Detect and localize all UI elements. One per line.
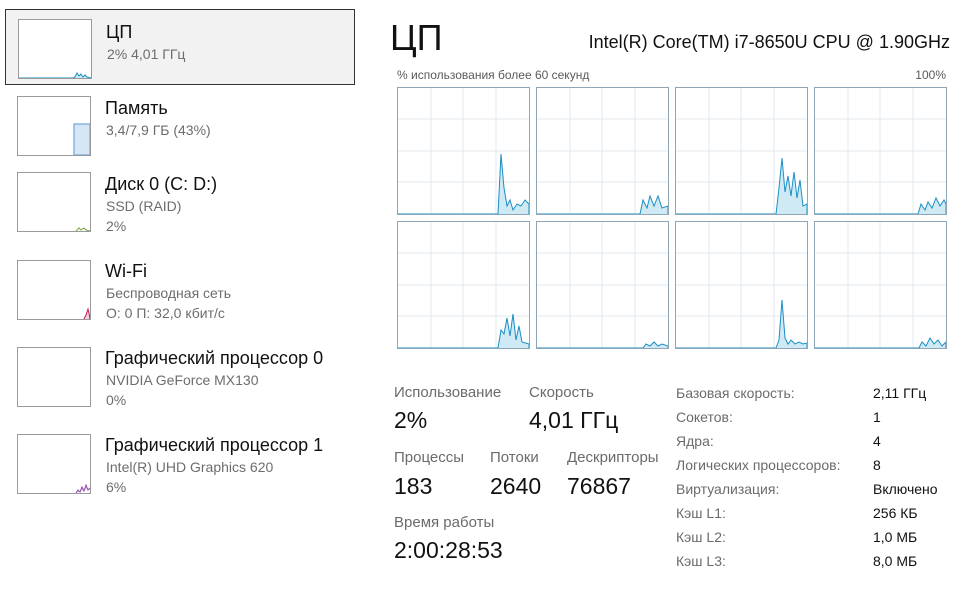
l3-cache-value: 8,0 МБ <box>873 553 918 569</box>
sidebar-item-value: О: 0 П: 32,0 кбит/с <box>106 305 225 321</box>
sidebar-item-subtitle: 2% 4,01 ГГц <box>107 46 186 62</box>
logical-processors-label: Логических процессоров: <box>676 457 841 473</box>
uptime-label: Время работы <box>394 514 495 531</box>
sidebar-item-title: Диск 0 (C: D:) <box>105 174 218 194</box>
page-title: ЦП <box>390 17 443 58</box>
base-speed-value: 2,11 ГГц <box>873 385 927 401</box>
virtualization-value: Включено <box>873 481 938 497</box>
sockets-value: 1 <box>873 409 881 425</box>
sidebar-item-subtitle: 3,4/7,9 ГБ (43%) <box>106 122 211 138</box>
gpu0-thumbnail <box>17 347 91 407</box>
l2-cache-value: 1,0 МБ <box>873 529 918 545</box>
usage-label: Использование <box>394 384 502 401</box>
core-graph <box>397 87 530 215</box>
sidebar-item-value: 2% <box>106 218 127 234</box>
sidebar-item-wifi[interactable]: Wi-Fi Беспроводная сеть О: 0 П: 32,0 кби… <box>5 249 355 325</box>
sidebar-item-title: Память <box>105 98 168 118</box>
virtualization-label: Виртуализация: <box>676 481 780 497</box>
cores-label: Ядра: <box>676 433 714 449</box>
cpu-details-panel: ЦП Intel(R) Core(TM) i7-8650U CPU @ 1.90… <box>390 0 980 599</box>
sidebar-item-value: 6% <box>106 479 127 495</box>
sidebar-item-subtitle: Intel(R) UHD Graphics 620 <box>106 459 274 475</box>
sidebar-item-gpu0[interactable]: Графический процессор 0 NVIDIA GeForce M… <box>5 336 355 412</box>
processes-label: Процессы <box>394 449 465 466</box>
speed-value: 4,01 ГГц <box>529 407 619 433</box>
cpu-thumbnail <box>18 19 92 79</box>
l2-cache-label: Кэш L2: <box>676 529 726 545</box>
core-graph <box>675 221 808 349</box>
disk-thumbnail <box>17 172 91 232</box>
sockets-label: Сокетов: <box>676 409 733 425</box>
graph-caption: % использования более 60 секунд <box>397 68 590 82</box>
cores-value: 4 <box>873 433 881 449</box>
cpu-model-name: Intel(R) Core(TM) i7-8650U CPU @ 1.90GHz <box>588 32 950 52</box>
sidebar-item-cpu[interactable]: ЦП 2% 4,01 ГГц <box>5 9 355 85</box>
l1-cache-label: Кэш L1: <box>676 505 726 521</box>
handles-label: Дескрипторы <box>567 449 659 466</box>
uptime-value: 2:00:28:53 <box>394 537 503 563</box>
sidebar-item-subtitle: SSD (RAID) <box>106 198 182 214</box>
core-graph <box>814 87 947 215</box>
sidebar-item-disk[interactable]: Диск 0 (C: D:) SSD (RAID) 2% <box>5 162 355 238</box>
core-graph <box>397 221 530 349</box>
sidebar-item-title: Wi-Fi <box>105 261 147 281</box>
sidebar-item-subtitle: Беспроводная сеть <box>106 285 232 301</box>
wifi-thumbnail <box>17 260 91 320</box>
speed-label: Скорость <box>529 384 594 401</box>
sidebar-item-value: 0% <box>106 392 127 408</box>
sidebar-item-memory[interactable]: Память 3,4/7,9 ГБ (43%) <box>5 86 355 162</box>
memory-thumbnail <box>17 96 91 156</box>
base-speed-label: Базовая скорость: <box>676 385 795 401</box>
l1-cache-value: 256 КБ <box>873 505 918 521</box>
core-graph <box>814 221 947 349</box>
sidebar-item-title: ЦП <box>106 22 133 42</box>
graph-max-label: 100% <box>915 68 946 82</box>
sidebar-item-title: Графический процессор 0 <box>105 348 324 368</box>
sidebar-item-title: Графический процессор 1 <box>105 435 324 455</box>
resource-sidebar: ЦП 2% 4,01 ГГц Память 3,4/7,9 ГБ (43%) Д… <box>0 0 362 599</box>
sidebar-item-subtitle: NVIDIA GeForce MX130 <box>106 372 259 388</box>
gpu1-thumbnail <box>17 434 91 494</box>
logical-processors-value: 8 <box>873 457 881 473</box>
l3-cache-label: Кэш L3: <box>676 553 726 569</box>
usage-value: 2% <box>394 407 428 433</box>
core-graph <box>536 221 669 349</box>
processes-value: 183 <box>394 473 433 499</box>
handles-value: 76867 <box>567 473 631 499</box>
threads-value: 2640 <box>490 473 542 499</box>
core-graph <box>675 87 808 215</box>
sidebar-item-gpu1[interactable]: Графический процессор 1 Intel(R) UHD Gra… <box>5 423 355 499</box>
core-graph <box>536 87 669 215</box>
threads-label: Потоки <box>490 449 539 466</box>
